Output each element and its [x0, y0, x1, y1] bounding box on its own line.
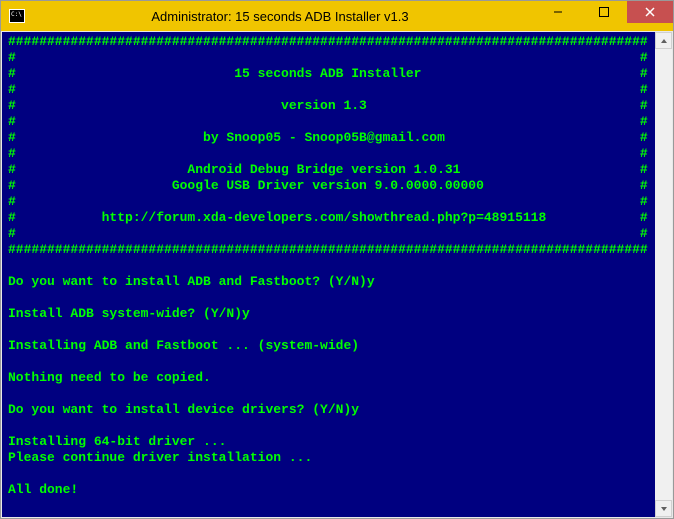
maximize-icon: [599, 7, 609, 17]
chevron-up-icon: [660, 37, 668, 45]
console-output: ########################################…: [2, 32, 655, 517]
chevron-down-icon: [660, 505, 668, 513]
maximize-button[interactable]: [581, 1, 627, 23]
app-window: Administrator: 15 seconds ADB Installer …: [0, 0, 674, 519]
titlebar[interactable]: Administrator: 15 seconds ADB Installer …: [1, 1, 673, 31]
scroll-down-button[interactable]: [655, 500, 672, 517]
close-icon: [645, 7, 655, 17]
window-controls: [535, 1, 673, 23]
vertical-scrollbar[interactable]: [655, 32, 672, 517]
scroll-up-button[interactable]: [655, 32, 672, 49]
window-title: Administrator: 15 seconds ADB Installer …: [25, 9, 535, 24]
scrollbar-track[interactable]: [655, 49, 672, 500]
console-area: ########################################…: [1, 31, 673, 518]
minimize-icon: [553, 7, 563, 17]
minimize-button[interactable]: [535, 1, 581, 23]
cmd-icon: [9, 9, 25, 23]
close-button[interactable]: [627, 1, 673, 23]
